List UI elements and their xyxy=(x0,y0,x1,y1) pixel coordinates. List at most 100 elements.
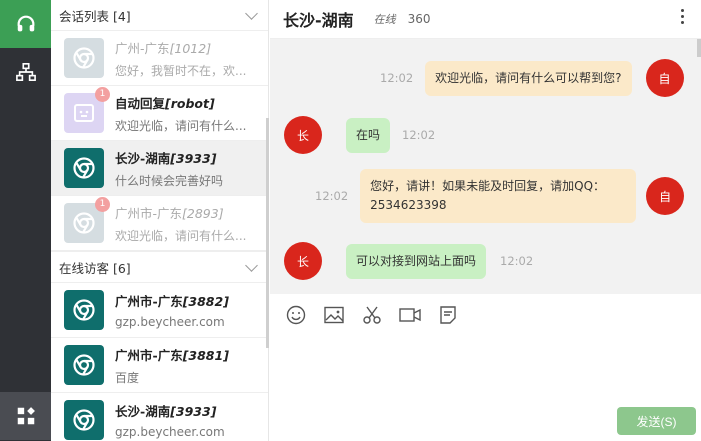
message-bubble: 可以对接到网站上面吗 xyxy=(346,243,487,279)
message-bubble: 您好，请讲！如果未能及时回复，请加QQ：2534623398 xyxy=(360,169,637,223)
item-text: 广州市-广东[3882] gzp.beycheer.com xyxy=(115,291,253,329)
item-name: 广州市-广东 xyxy=(115,205,183,221)
item-text: 自动回复[robot] 欢迎光临，请问有什么... xyxy=(115,93,253,134)
message-scrollbar[interactable] xyxy=(697,39,701,57)
avatar: 自 xyxy=(645,59,684,97)
item-title: 广州市-广东[3882] xyxy=(115,291,253,310)
avatar: 长 xyxy=(284,242,322,280)
visitors-header-label: 在线访客 [6] xyxy=(59,260,131,276)
item-preview: 百度 xyxy=(115,370,140,385)
more-menu-icon[interactable] xyxy=(681,9,685,27)
item-name: 广州市-广东 xyxy=(115,347,183,363)
avatar xyxy=(64,345,104,385)
avatar: 自 xyxy=(646,177,685,215)
item-title: 自动回复[robot] xyxy=(115,93,253,112)
message-row: 12:02 欢迎光临，请问有什么可以帮到您? 自 xyxy=(380,59,684,97)
list-scrollbar[interactable] xyxy=(266,118,269,348)
item-name: 广州市-广东 xyxy=(115,294,183,309)
conversation-item[interactable]: 1 广州市-广东[2893] 欢迎光临，请问有什么... xyxy=(51,196,268,251)
item-preview: 什么时候会完善好吗 xyxy=(115,173,224,188)
item-title: 长沙-湖南[3933] xyxy=(115,401,253,420)
item-title: 广州市-广东[3881] xyxy=(115,345,253,364)
visitor-item[interactable]: 广州市-广东[3882] gzp.beycheer.com xyxy=(51,283,268,338)
conversations-header-label: 会话列表 [4] xyxy=(59,8,131,24)
chevron-down-icon[interactable] xyxy=(245,6,258,20)
avatar: 1 xyxy=(64,197,110,243)
note-icon[interactable] xyxy=(436,303,460,327)
item-title: 广州市-广东[2893] xyxy=(115,203,253,222)
item-text: 广州-广东[1012] 您好，我暂时不在，欢... xyxy=(115,38,253,79)
avatar xyxy=(64,400,104,440)
avatar: 长 xyxy=(284,116,322,154)
chat-header: 长沙-湖南 在线 360 xyxy=(270,0,701,39)
item-id: [3881] xyxy=(182,347,229,363)
visitor-item[interactable]: 广州市-广东[3881] 百度 xyxy=(51,338,268,393)
avatar: 1 xyxy=(64,87,110,133)
visitor-item[interactable]: 长沙-湖南[3933] gzp.beycheer.com xyxy=(51,393,268,441)
chevron-down-icon[interactable] xyxy=(245,258,258,272)
item-preview: gzp.beycheer.com xyxy=(115,315,225,329)
browser-icon xyxy=(72,46,96,70)
message-row: 12:02 您好，请讲！如果未能及时回复，请加QQ：2534623398 自 xyxy=(315,169,685,223)
message-bubble: 欢迎光临，请问有什么可以帮到您? xyxy=(425,60,632,96)
item-title: 长沙-湖南[3933] xyxy=(115,148,253,167)
visitors-section-header[interactable]: 在线访客 [6] xyxy=(51,251,268,283)
unread-badge: 1 xyxy=(95,87,110,102)
video-icon[interactable] xyxy=(398,303,422,327)
conversation-item[interactable]: 长沙-湖南[3933] 什么时候会完善好吗 xyxy=(51,141,268,196)
toolbar xyxy=(270,300,701,330)
chat-title: 长沙-湖南 xyxy=(283,11,354,30)
item-id: [3933] xyxy=(170,404,217,419)
browser-icon xyxy=(72,353,96,377)
unread-badge: 1 xyxy=(95,197,110,212)
apps-icon[interactable] xyxy=(0,392,51,440)
left-rail xyxy=(0,0,51,441)
conversation-panel: 会话列表 [4] 广州-广东[1012] 您好，我暂时不在，欢... 1 自动回复[r… xyxy=(51,0,269,441)
conversation-list: 广州-广东[1012] 您好，我暂时不在，欢... 1 自动回复[robot] 欢迎光临… xyxy=(51,31,268,251)
message-row: 长 在吗 12:02 xyxy=(284,116,435,154)
browser-icon xyxy=(72,156,96,180)
browser-icon xyxy=(72,408,96,432)
browser-icon xyxy=(72,211,96,235)
send-button[interactable]: 发送(S) xyxy=(617,407,696,435)
item-preview: gzp.beycheer.com xyxy=(115,425,225,439)
conversation-item[interactable]: 1 自动回复[robot] 欢迎光临，请问有什么... xyxy=(51,86,268,141)
chat-panel: 长沙-湖南 在线 360 12:02 欢迎光临，请问有什么可以帮到您? 自 长 … xyxy=(270,0,701,441)
browser-icon xyxy=(72,298,96,322)
item-name: 自动回复 xyxy=(115,95,166,111)
item-name: 长沙-湖南 xyxy=(115,404,171,419)
conversations-section-header[interactable]: 会话列表 [4] xyxy=(51,0,268,31)
status-badge: 在线 xyxy=(373,13,396,26)
message-time: 12:02 xyxy=(402,128,436,142)
item-text: 长沙-湖南[3933] 什么时候会完善好吗 xyxy=(115,148,253,189)
message-input[interactable] xyxy=(270,332,701,402)
item-id: [3882] xyxy=(182,294,229,309)
sitemap-icon[interactable] xyxy=(0,48,51,96)
item-title: 广州-广东[1012] xyxy=(115,38,253,57)
item-name: 长沙-湖南 xyxy=(115,150,171,166)
message-time: 12:02 xyxy=(380,71,414,85)
conversation-item[interactable]: 广州-广东[1012] 您好，我暂时不在，欢... xyxy=(51,31,268,86)
visitor-list: 广州市-广东[3882] gzp.beycheer.com 广州市-广东[3881]… xyxy=(51,283,268,441)
robot-icon xyxy=(72,101,96,125)
item-text: 广州市-广东[2893] 欢迎光临，请问有什么... xyxy=(115,203,253,244)
message-area: 12:02 欢迎光临，请问有什么可以帮到您? 自 长 在吗 12:02 12:0… xyxy=(270,39,701,294)
item-id: [1012] xyxy=(169,40,212,56)
item-text: 长沙-湖南[3933] gzp.beycheer.com xyxy=(115,401,253,439)
image-icon[interactable] xyxy=(322,303,346,327)
item-preview: 您好，我暂时不在，欢... xyxy=(115,63,247,78)
item-text: 广州市-广东[3881] 百度 xyxy=(115,345,253,386)
visitor-count: 360 xyxy=(407,12,431,26)
message-bubble: 在吗 xyxy=(346,117,391,153)
item-id: [2893] xyxy=(182,205,224,221)
item-preview: 欢迎光临，请问有什么... xyxy=(115,118,247,133)
emoji-icon[interactable] xyxy=(284,303,308,327)
message-row: 长 可以对接到网站上面吗 12:02 xyxy=(284,242,533,280)
headset-icon[interactable] xyxy=(0,0,51,48)
item-preview: 欢迎光临，请问有什么... xyxy=(115,228,247,243)
avatar xyxy=(64,290,104,330)
item-name: 广州-广东 xyxy=(115,40,170,56)
scissors-icon[interactable] xyxy=(360,303,384,327)
avatar xyxy=(64,148,104,188)
message-time: 12:02 xyxy=(500,254,534,268)
